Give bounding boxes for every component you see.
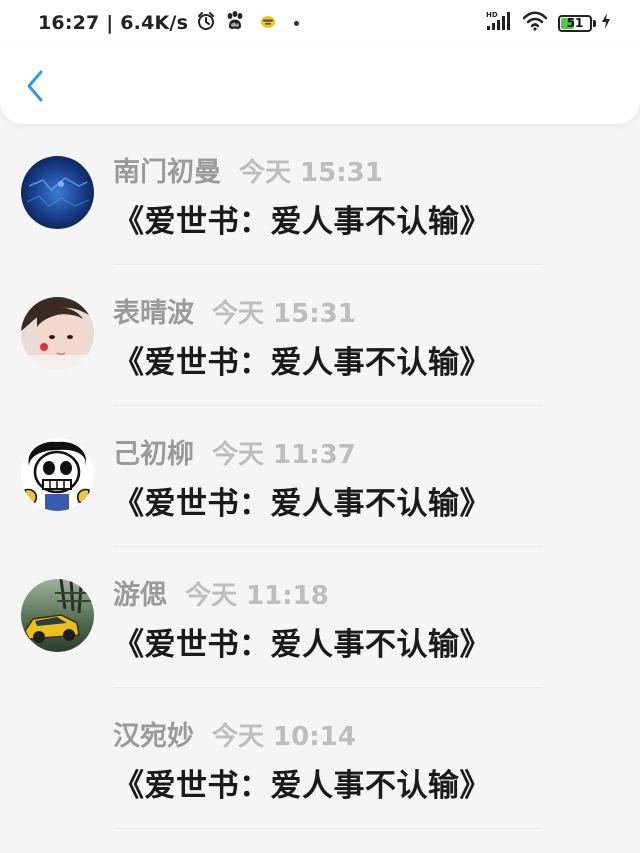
user-name[interactable]: 南门初曼 [113, 150, 221, 189]
hd-signal-icon: HD [484, 10, 512, 36]
back-button[interactable] [18, 66, 52, 106]
status-time: 16:27 | 6.4K/s [38, 12, 189, 34]
meta-line: 己初柳 今天 11:37 [113, 432, 620, 471]
paw-icon: du [224, 10, 246, 36]
list-item[interactable]: 游偲 今天 11:18 《爱世书：爱人事不认输》 [0, 547, 640, 688]
user-name[interactable]: 游偲 [113, 573, 167, 612]
list-item[interactable]: 汉宛妙 今天 10:14 《爱世书：爱人事不认输》 [0, 688, 640, 829]
list-item[interactable]: 己初柳 今天 11:37 《爱世书：爱人事不认输》 [0, 406, 640, 547]
item-text: 游偲 今天 11:18 《爱世书：爱人事不认输》 [113, 573, 620, 664]
meta-line: 汉宛妙 今天 10:14 [113, 714, 620, 753]
svg-text:HD: HD [486, 11, 498, 19]
divider [113, 828, 543, 829]
alarm-icon [196, 11, 216, 35]
list-item[interactable]: 表晴波 今天 15:31 《爱世书：爱人事不认输》 [0, 265, 640, 406]
item-text: 己初柳 今天 11:37 《爱世书：爱人事不认输》 [113, 432, 620, 523]
message-text: 《爱世书：爱人事不认输》 [113, 204, 491, 240]
app-notification-icon [260, 14, 276, 33]
meta-line: 游偲 今天 11:18 [113, 573, 620, 612]
avatar[interactable] [21, 438, 94, 511]
header-bar [0, 46, 640, 124]
status-left: 16:27 | 6.4K/s du [38, 10, 300, 36]
item-text: 汉宛妙 今天 10:14 《爱世书：爱人事不认输》 [113, 714, 620, 805]
message-text: 《爱世书：爱人事不认输》 [113, 768, 491, 804]
timestamp: 今天 11:18 [185, 581, 329, 611]
user-name[interactable]: 汉宛妙 [113, 714, 194, 753]
meta-line: 南门初曼 今天 15:31 [113, 150, 620, 189]
status-bar: 16:27 | 6.4K/s du HD 51 [0, 0, 640, 46]
chevron-left-icon [27, 70, 43, 102]
charging-icon [600, 12, 612, 34]
battery-cap [593, 19, 596, 27]
message-text: 《爱世书：爱人事不认输》 [113, 627, 491, 663]
item-text: 表晴波 今天 15:31 《爱世书：爱人事不认输》 [113, 291, 620, 382]
message-list: 南门初曼 今天 15:31 《爱世书：爱人事不认输》 表晴波 今天 15:31 … [0, 124, 640, 829]
timestamp: 今天 15:31 [239, 158, 383, 188]
wifi-icon [522, 11, 548, 35]
timestamp: 今天 11:37 [212, 440, 356, 470]
avatar[interactable] [21, 156, 94, 229]
message-text: 《爱世书：爱人事不认输》 [113, 486, 491, 522]
timestamp: 今天 10:14 [212, 722, 356, 752]
user-name[interactable]: 己初柳 [113, 432, 194, 471]
timestamp: 今天 15:31 [212, 299, 356, 329]
svg-text:du: du [231, 23, 239, 29]
item-text: 南门初曼 今天 15:31 《爱世书：爱人事不认输》 [113, 150, 620, 241]
list-item[interactable]: 南门初曼 今天 15:31 《爱世书：爱人事不认输》 [0, 124, 640, 265]
battery-level: 51 [566, 16, 584, 30]
meta-line: 表晴波 今天 15:31 [113, 291, 620, 330]
message-text: 《爱世书：爱人事不认输》 [113, 345, 491, 381]
avatar[interactable] [21, 579, 94, 652]
battery-icon: 51 [558, 14, 592, 32]
dot-icon [294, 20, 300, 26]
user-name[interactable]: 表晴波 [113, 291, 194, 330]
avatar[interactable] [21, 297, 94, 370]
status-right: HD 51 [484, 10, 612, 36]
